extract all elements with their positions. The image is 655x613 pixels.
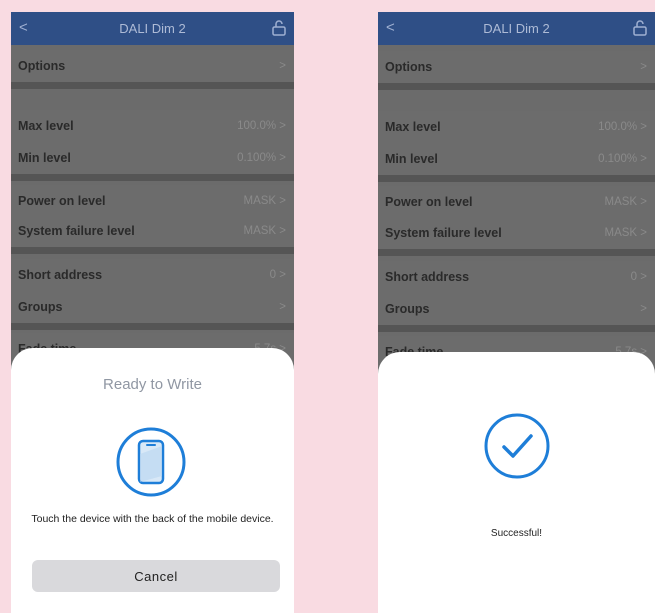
- success-message: Successful!: [490, 528, 543, 539]
- row-label: Max level: [18, 119, 74, 133]
- row-label: System failure level: [385, 226, 502, 240]
- row-options[interactable]: Options >: [11, 50, 294, 82]
- row-short-address[interactable]: Short address 0 >: [378, 261, 655, 293]
- row-label: Power on level: [18, 194, 106, 208]
- row-label: Short address: [385, 270, 470, 284]
- row-value: 0.100% >: [598, 153, 647, 165]
- row-short-address[interactable]: Short address 0 >: [11, 259, 294, 291]
- unlock-icon[interactable]: [272, 20, 286, 36]
- row-value: MASK >: [243, 195, 286, 207]
- row-groups[interactable]: Groups >: [378, 293, 655, 325]
- row-value: 100.0% >: [598, 121, 647, 133]
- row-value: 0.100% >: [237, 152, 286, 164]
- row-label: Min level: [385, 152, 438, 166]
- back-button[interactable]: <: [386, 19, 395, 36]
- row-label: Groups: [385, 302, 430, 316]
- row-min-level[interactable]: Min level 0.100% >: [378, 143, 655, 175]
- chevron-right-icon: >: [640, 61, 647, 73]
- row-value: MASK >: [243, 225, 286, 237]
- row-label: Min level: [18, 151, 71, 165]
- row-value: 100.0% >: [237, 120, 286, 132]
- chevron-right-icon: >: [279, 301, 286, 313]
- row-value: MASK >: [604, 196, 647, 208]
- row-power-on-level[interactable]: Power on level MASK >: [378, 186, 655, 218]
- check-circle-icon: [484, 413, 550, 479]
- cancel-button[interactable]: Cancel: [32, 560, 280, 592]
- divider: [378, 325, 655, 332]
- row-label: System failure level: [18, 224, 135, 238]
- row-label: Short address: [18, 268, 103, 282]
- chevron-right-icon: >: [279, 60, 286, 72]
- divider: [378, 83, 655, 90]
- app-bar: < DALI Dim 2: [378, 12, 655, 45]
- row-value: 0 >: [630, 271, 647, 283]
- row-system-failure-level[interactable]: System failure level MASK >: [378, 217, 655, 249]
- app-title: DALI Dim 2: [119, 21, 186, 36]
- row-label: Power on level: [385, 195, 473, 209]
- divider: [11, 82, 294, 89]
- right-phone-screen: < DALI Dim 2 Options > Max level 100.0% …: [378, 12, 655, 613]
- row-options[interactable]: Options >: [378, 51, 655, 83]
- row-value: 0 >: [269, 269, 286, 281]
- divider: [378, 175, 655, 182]
- back-button[interactable]: <: [19, 19, 28, 36]
- divider: [378, 249, 655, 256]
- success-sheet: Successful!: [378, 352, 655, 613]
- chevron-right-icon: >: [640, 303, 647, 315]
- row-label: Options: [18, 59, 66, 73]
- row-label: Groups: [18, 300, 63, 314]
- row-power-on-level[interactable]: Power on level MASK >: [11, 185, 294, 217]
- left-phone-screen: < DALI Dim 2 Options > Max level 100.0% …: [11, 12, 294, 613]
- divider: [11, 323, 294, 330]
- instruction-text: Touch the device with the back of the mo…: [31, 513, 274, 525]
- row-groups[interactable]: Groups >: [11, 291, 294, 323]
- phone-icon: [116, 427, 186, 497]
- sheet-title: Ready to Write: [103, 376, 202, 393]
- app-title: DALI Dim 2: [483, 21, 550, 36]
- row-min-level[interactable]: Min level 0.100% >: [11, 142, 294, 174]
- divider: [11, 174, 294, 181]
- row-label: Max level: [385, 120, 441, 134]
- row-max-level[interactable]: Max level 100.0% >: [378, 111, 655, 143]
- unlock-icon[interactable]: [633, 20, 647, 36]
- app-bar: < DALI Dim 2: [11, 12, 294, 45]
- divider: [11, 247, 294, 254]
- nfc-write-sheet: Ready to Write Touch the device with the…: [11, 348, 294, 613]
- row-value: MASK >: [604, 227, 647, 239]
- row-system-failure-level[interactable]: System failure level MASK >: [11, 215, 294, 247]
- row-label: Options: [385, 60, 433, 74]
- row-max-level[interactable]: Max level 100.0% >: [11, 110, 294, 142]
